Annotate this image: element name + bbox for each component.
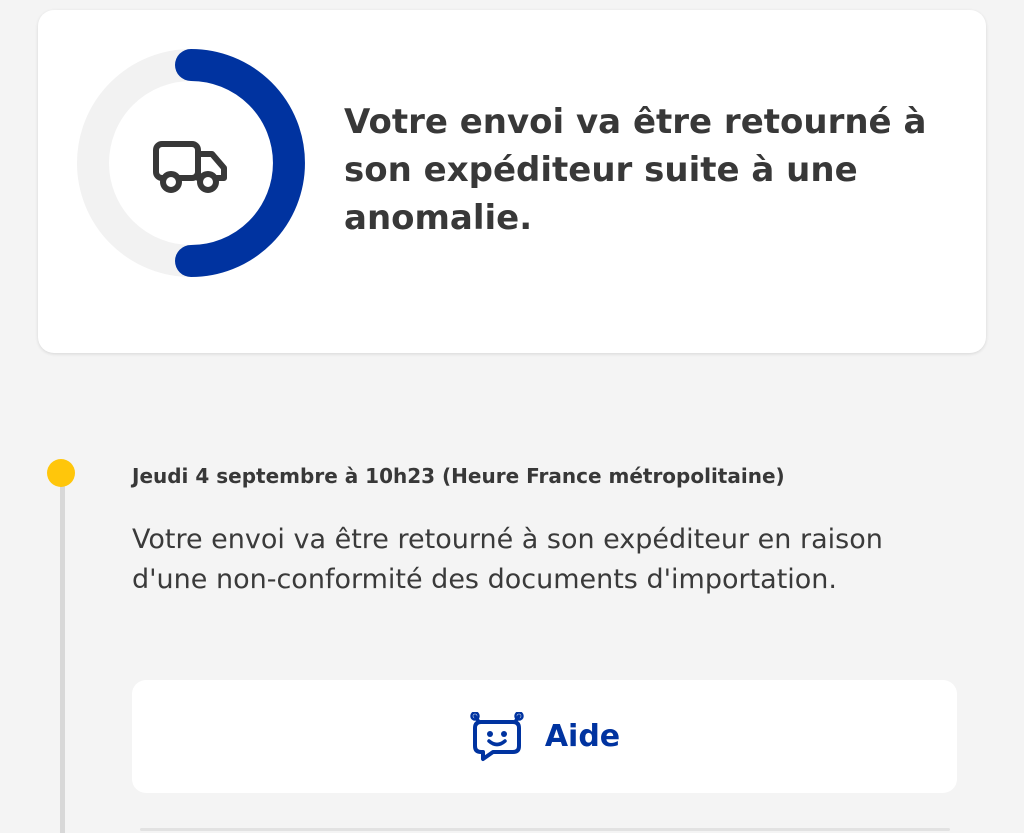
chatbot-icon [470,711,524,761]
next-card-edge [140,828,950,831]
event-description: Votre envoi va être retourné à son expéd… [132,524,883,595]
truck-icon [153,141,227,193]
status-card: Votre envoi va être retourné à son expéd… [38,10,986,353]
help-label: Aide [544,719,621,754]
tracking-page: Votre envoi va être retourné à son expéd… [0,0,1024,833]
status-message: Votre envoi va être retourné à son expéd… [344,102,927,238]
timeline-dot [47,459,75,487]
event-date: Jeudi 4 septembre à 10h23 (Heure France … [132,464,785,488]
help-button[interactable]: Aide [132,680,957,793]
timeline-line [60,480,65,833]
